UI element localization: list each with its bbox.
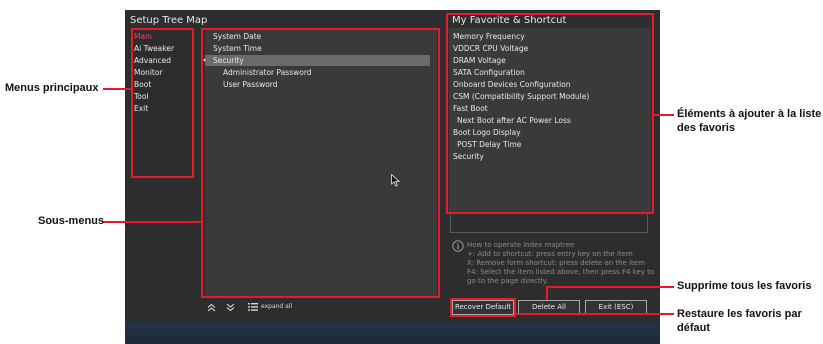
double-chevron-down-icon[interactable] <box>226 303 235 312</box>
mouse-cursor-icon <box>391 174 400 187</box>
main-menu-item-main[interactable]: Main <box>134 32 152 42</box>
favorite-shortcut-title: My Favorite & Shortcut <box>452 15 567 26</box>
favorite-item[interactable]: Onboard Devices Configuration <box>453 80 571 90</box>
favorite-item[interactable]: CSM (Compatibility Support Module) <box>453 92 589 102</box>
main-menu-item-boot[interactable]: Boot <box>134 80 151 90</box>
delete-all-callout: Supprime tous les favoris <box>677 280 812 292</box>
submenus-leader-line <box>103 221 201 223</box>
main-menus-leader-line <box>103 88 131 90</box>
info-line: go to the page directly. <box>467 277 548 285</box>
expand-arrow-icon[interactable]: ▾ <box>203 56 206 66</box>
info-circle-icon <box>452 240 464 252</box>
info-line: +: Add to shortcut: press entry key on t… <box>467 250 633 258</box>
restore-callout-line2: défaut <box>677 322 710 334</box>
favorite-item[interactable]: VDDCR CPU Voltage <box>453 44 528 54</box>
list-icon[interactable] <box>248 303 258 311</box>
main-menu-item-advanced[interactable]: Advanced <box>134 56 171 66</box>
delete-all-leader-line <box>546 286 674 288</box>
submenu-item-administrator-password[interactable]: Administrator Password <box>223 68 312 78</box>
submenu-item-system-date[interactable]: System Date <box>213 32 261 42</box>
favorite-item[interactable]: Security <box>453 152 484 162</box>
submenus-callout: Sous-menus <box>38 215 105 227</box>
setup-tree-map-title: Setup Tree Map <box>130 15 208 26</box>
favorite-item[interactable]: Fast Boot <box>453 104 488 114</box>
favorite-item[interactable]: Boot Logo Display <box>453 128 521 138</box>
favorites-callout-line1: Éléments à ajouter à la liste <box>677 108 822 120</box>
double-chevron-up-icon[interactable] <box>207 303 216 312</box>
footer-band <box>125 322 660 344</box>
favorites-callout-line2: des favoris <box>677 122 736 134</box>
favorite-item[interactable]: Memory Frequency <box>453 32 525 42</box>
submenu-item-user-password[interactable]: User Password <box>223 80 278 90</box>
main-menus-callout: Menus principaux <box>5 82 99 94</box>
favorites-leader-line <box>654 114 674 116</box>
info-line: X: Remove form shortcut: press delete on… <box>467 259 645 267</box>
main-menu-item-exit[interactable]: Exit <box>134 104 148 114</box>
recover-default-leader-line <box>516 313 674 315</box>
favorite-item[interactable]: POST Delay Time <box>457 140 521 150</box>
submenu-item-system-time[interactable]: System Time <box>213 44 262 54</box>
main-menu-item-tool[interactable]: Tool <box>134 92 149 102</box>
favorites-panel-extension <box>450 213 648 233</box>
main-menu-item-ai-tweaker[interactable]: Ai Tweaker <box>134 44 174 54</box>
restore-callout-line1: Restaure les favoris par <box>677 308 802 320</box>
info-line: F4: Select the item listed above, then p… <box>467 268 655 276</box>
recover-default-button[interactable]: Recover Default <box>452 300 514 315</box>
favorite-item[interactable]: SATA Configuration <box>453 68 525 78</box>
favorite-item[interactable]: DRAM Voltage <box>453 56 506 66</box>
expand-all-label[interactable]: expand all <box>261 302 292 312</box>
favorite-item[interactable]: Next Boot after AC Power Loss <box>457 116 571 126</box>
info-heading: How to operate index maptree <box>467 241 575 249</box>
submenu-item-security[interactable]: Security <box>213 56 244 66</box>
main-menu-item-monitor[interactable]: Monitor <box>134 68 163 78</box>
